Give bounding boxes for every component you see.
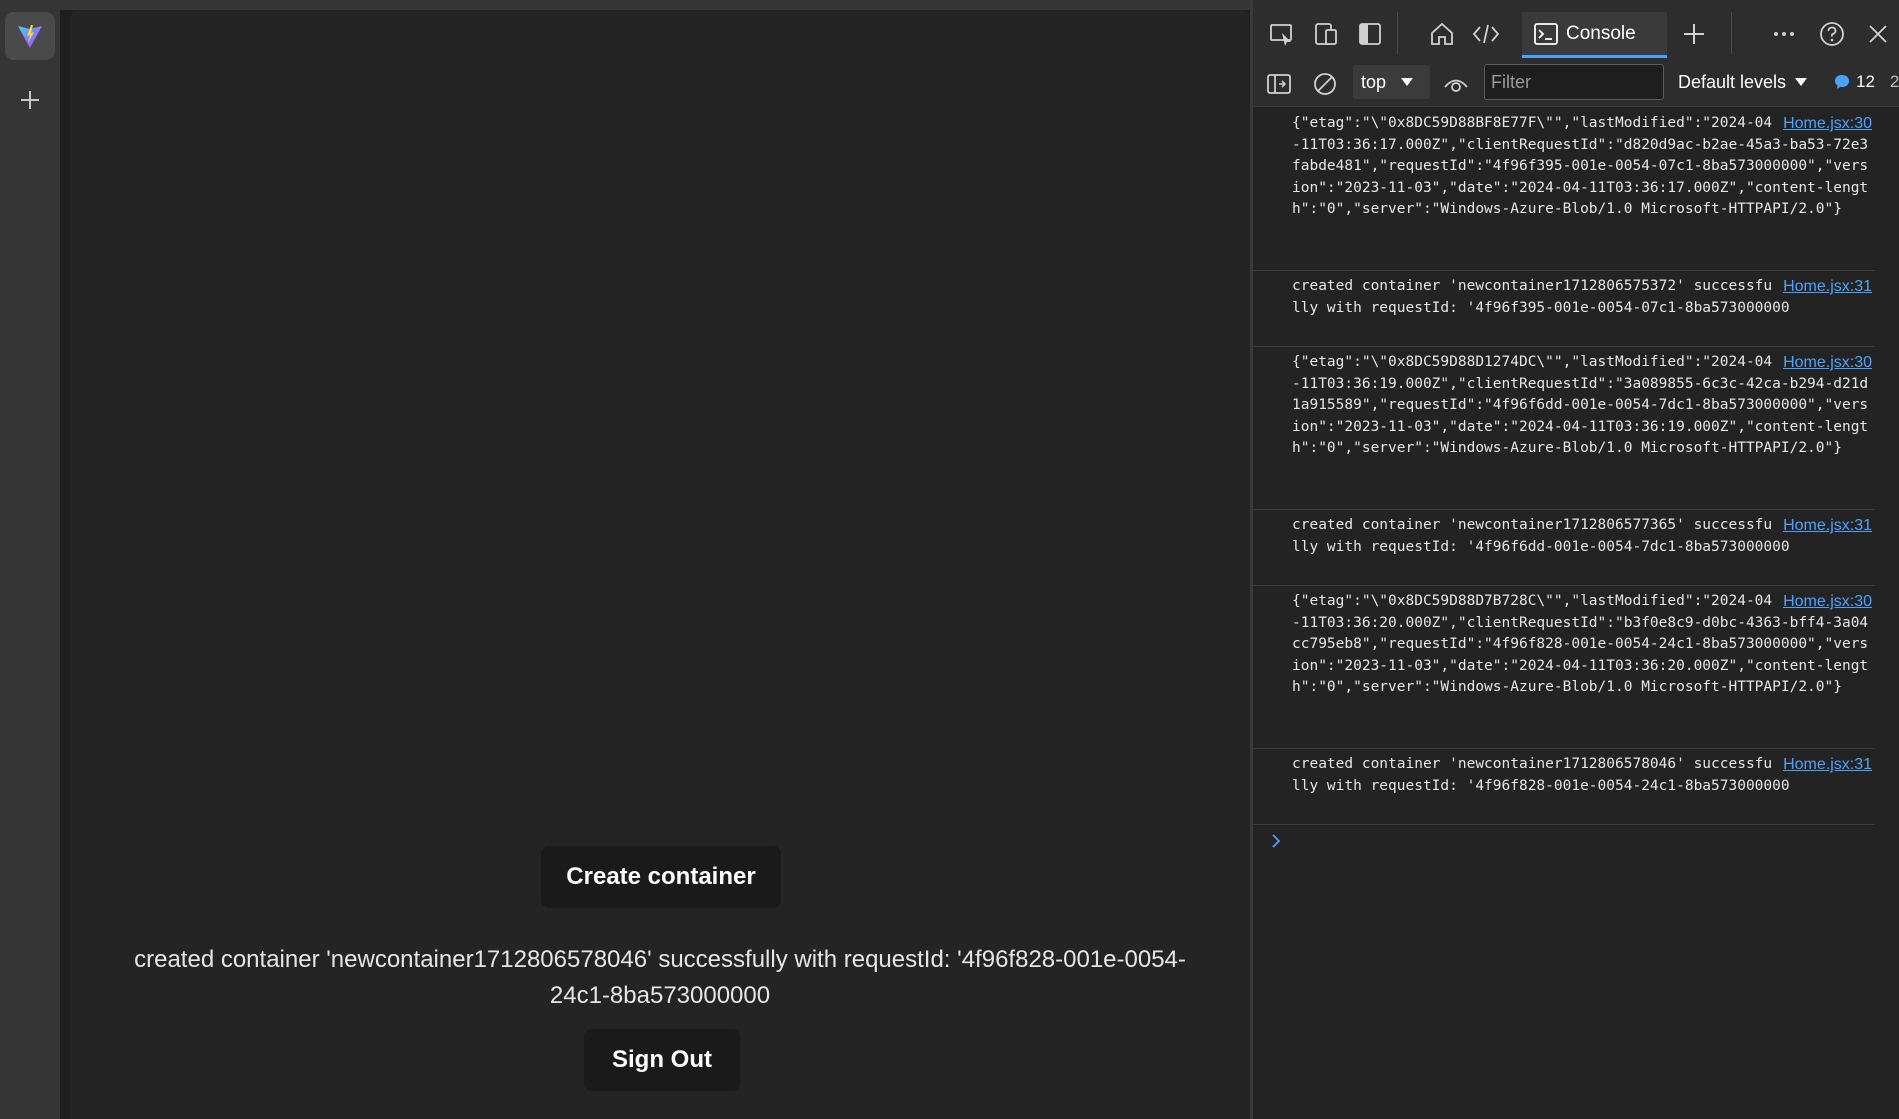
vite-app-icon[interactable]: [5, 12, 55, 60]
console-prompt-chevron-icon[interactable]: [1269, 832, 1289, 852]
more-options-icon[interactable]: [1767, 17, 1801, 51]
message-count: 12: [1856, 72, 1875, 91]
chevron-down-icon: [1401, 78, 1414, 86]
console-filter-bar: top Default levels 12 2: [1253, 61, 1899, 107]
sign-out-button[interactable]: Sign Out: [584, 1029, 740, 1091]
plus-icon: [21, 91, 39, 109]
device-emulation-icon[interactable]: [1309, 17, 1343, 51]
console-log-entry: Home.jsx:30 {"etag":"\"0x8DC59D88D1274DC\…: [1253, 347, 1875, 510]
browser-sidebar: [0, 0, 60, 1119]
add-tool-plus-icon[interactable]: [1677, 17, 1711, 51]
help-icon[interactable]: [1815, 17, 1849, 51]
log-source-link[interactable]: Home.jsx:31: [1783, 754, 1872, 776]
log-source-link[interactable]: Home.jsx:30: [1783, 591, 1872, 613]
log-message: created container 'newcontainer171280657…: [1292, 756, 1790, 794]
create-container-button[interactable]: Create container: [541, 846, 781, 908]
console-icon: [1534, 22, 1558, 45]
filter-input[interactable]: [1484, 64, 1664, 100]
log-message: {"etag":"\"0x8DC59D88BF8E77F\"","lastMod…: [1292, 115, 1869, 218]
overflow-count: 2: [1889, 72, 1899, 91]
message-bubble-icon: [1835, 75, 1849, 89]
tab-console-label: Console: [1566, 22, 1636, 44]
chevron-down-icon: [1795, 78, 1808, 86]
console-output: Home.jsx:30 {"etag":"\"0x8DC59D88BF8E77F\…: [1253, 108, 1899, 1119]
close-devtools-icon[interactable]: [1861, 17, 1895, 51]
console-log-entry: Home.jsx:31 created container 'newcontain…: [1253, 271, 1875, 347]
console-log-entry: Home.jsx:30 {"etag":"\"0x8DC59D88D7B728C\…: [1253, 586, 1875, 749]
devtools-panel: Console top Default level: [1250, 0, 1899, 1119]
log-message: {"etag":"\"0x8DC59D88D1274DC\"","lastMod…: [1292, 354, 1869, 457]
tab-console[interactable]: Console: [1522, 12, 1667, 58]
elements-tab-icon[interactable]: [1469, 17, 1503, 51]
web-page: Create container created container 'newc…: [70, 10, 1250, 1119]
log-source-link[interactable]: Home.jsx:30: [1783, 352, 1872, 374]
context-select[interactable]: top: [1353, 65, 1430, 99]
console-log-entry: Home.jsx:31 created container 'newcontain…: [1253, 510, 1875, 586]
log-message: created container 'newcontainer171280657…: [1292, 278, 1790, 316]
log-source-link[interactable]: Home.jsx:31: [1783, 515, 1872, 537]
devtools-toolbar: Console: [1253, 0, 1899, 66]
log-levels-label: Default levels: [1678, 71, 1787, 92]
clear-console-icon[interactable]: [1308, 67, 1342, 101]
vite-logo-icon: [18, 25, 42, 48]
inspect-element-icon[interactable]: [1265, 17, 1299, 51]
status-message: created container 'newcontainer171280657…: [134, 946, 1186, 1009]
log-message: created container 'newcontainer171280657…: [1292, 517, 1790, 555]
log-source-link[interactable]: Home.jsx:30: [1783, 113, 1872, 135]
page-top-strip: [60, 0, 1250, 10]
live-expression-eye-icon[interactable]: [1439, 67, 1473, 101]
add-tab-button[interactable]: [14, 84, 46, 116]
message-count-badge[interactable]: 12 2: [1833, 65, 1899, 99]
welcome-home-icon[interactable]: [1425, 17, 1459, 51]
sidebar-toggle-icon[interactable]: [1262, 67, 1296, 101]
console-log-entry: Home.jsx:31 created container 'newcontain…: [1253, 749, 1875, 825]
dock-side-icon[interactable]: [1353, 17, 1387, 51]
context-select-value: top: [1361, 71, 1387, 92]
log-source-link[interactable]: Home.jsx:31: [1783, 276, 1872, 298]
console-log-entry: Home.jsx:30 {"etag":"\"0x8DC59D88BF8E77F\…: [1253, 108, 1875, 271]
log-levels-dropdown[interactable]: Default levels: [1678, 65, 1808, 99]
log-message: {"etag":"\"0x8DC59D88D7B728C\"","lastMod…: [1292, 593, 1869, 696]
